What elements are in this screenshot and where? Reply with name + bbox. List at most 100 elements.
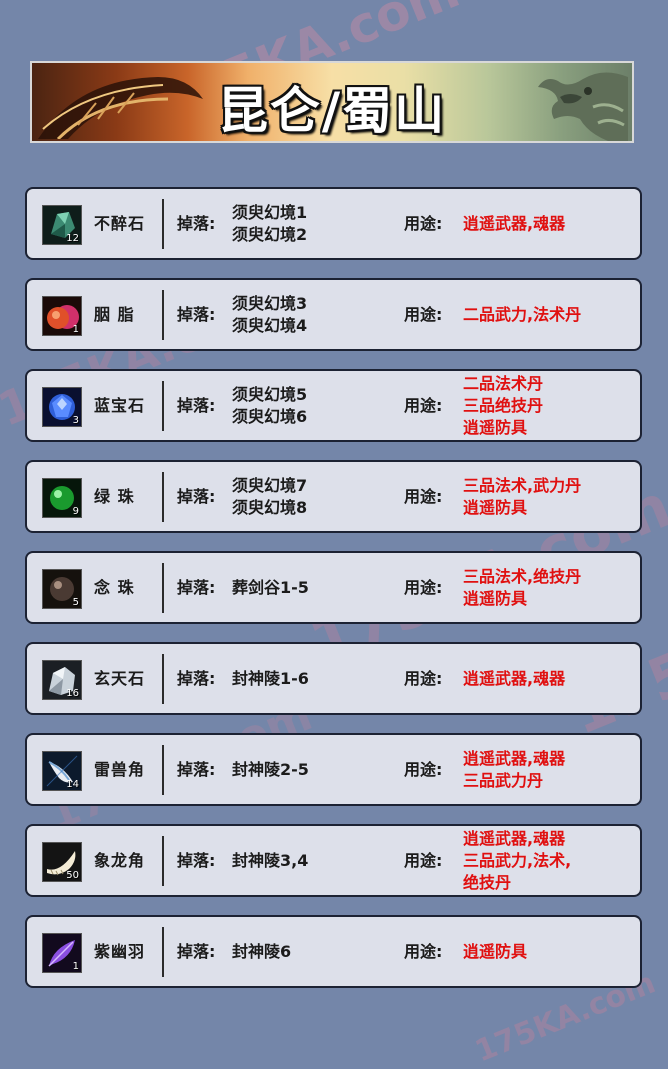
use-label: 用途:	[404, 942, 443, 961]
use-label: 用途:	[404, 578, 443, 597]
item-quantity: 1	[72, 961, 79, 972]
drop-label: 掉落:	[177, 305, 216, 324]
divider	[162, 472, 164, 522]
use-entry: 三品法术,绝技丹	[463, 566, 582, 586]
use-list: 三品法术,武力丹 逍遥防具	[463, 462, 581, 531]
use-entry: 逍遥武器,魂器	[463, 668, 566, 688]
use-entry: 逍遥武器,魂器	[463, 828, 566, 848]
drop-label: 掉落:	[177, 214, 216, 233]
use-list: 逍遥防具	[463, 917, 527, 986]
drop-locations: 葬剑谷1-5	[232, 553, 309, 622]
drop-location: 须臾幻境4	[232, 315, 308, 335]
divider	[162, 199, 164, 249]
use-list: 三品法术,绝技丹 逍遥防具	[463, 553, 581, 622]
use-entry: 三品武力丹	[463, 770, 544, 790]
use-list: 逍遥武器,魂器 三品武力,法术, 绝技丹	[463, 826, 571, 895]
drop-location: 须臾幻境3	[232, 293, 308, 313]
item-name: 不醉石	[94, 214, 146, 233]
divider	[162, 290, 164, 340]
drop-locations: 须臾幻境5 须臾幻境6	[232, 371, 307, 440]
item-quantity: 5	[72, 597, 79, 608]
drop-location: 须臾幻境5	[232, 384, 308, 404]
item-name: 念 珠	[94, 578, 135, 597]
use-list: 逍遥武器,魂器 三品武力丹	[463, 735, 565, 804]
drop-location: 须臾幻境8	[232, 497, 308, 517]
divider	[162, 836, 164, 886]
drop-location: 须臾幻境2	[232, 224, 308, 244]
drop-locations: 封神陵1-6	[232, 644, 309, 713]
use-entry: 逍遥防具	[463, 497, 528, 517]
drop-locations: 须臾幻境7 须臾幻境8	[232, 462, 307, 531]
list-item: 14 雷兽角 掉落: 封神陵2-5 用途: 逍遥武器,魂器 三品武力丹	[25, 733, 642, 806]
list-item: 5 念 珠 掉落: 葬剑谷1-5 用途: 三品法术,绝技丹 逍遥防具	[25, 551, 642, 624]
use-entry: 逍遥武器,魂器	[463, 748, 566, 768]
drop-location: 封神陵3,4	[232, 850, 309, 870]
drop-locations: 封神陵3,4	[232, 826, 308, 895]
item-quantity: 3	[72, 415, 79, 426]
use-entry: 二品武力,法术丹	[463, 304, 582, 324]
use-label: 用途:	[404, 487, 443, 506]
use-label: 用途:	[404, 396, 443, 415]
use-label: 用途:	[404, 669, 443, 688]
list-item: 1 胭 脂 掉落: 须臾幻境3 须臾幻境4 用途: 二品武力,法术丹	[25, 278, 642, 351]
drop-location: 封神陵1-6	[232, 668, 309, 688]
green-pearl-icon: 9	[42, 478, 82, 518]
item-name: 象龙角	[94, 851, 146, 870]
list-item: 50 象龙角 掉落: 封神陵3,4 用途: 逍遥武器,魂器 三品武力,法术, 绝…	[25, 824, 642, 897]
list-item: 9 绿 珠 掉落: 须臾幻境7 须臾幻境8 用途: 三品法术,武力丹 逍遥防具	[25, 460, 642, 533]
divider	[162, 381, 164, 431]
use-entry: 逍遥武器,魂器	[463, 213, 566, 233]
green-ore-icon: 12	[42, 205, 82, 245]
white-stone-icon: 16	[42, 660, 82, 700]
use-entry: 三品武力,法术,	[463, 850, 572, 870]
item-name: 玄天石	[94, 669, 146, 688]
use-entry: 逍遥防具	[463, 941, 528, 961]
item-name: 蓝宝石	[94, 396, 146, 415]
use-list: 逍遥武器,魂器	[463, 644, 565, 713]
drop-location: 须臾幻境6	[232, 406, 308, 426]
drop-label: 掉落:	[177, 396, 216, 415]
drop-location: 葬剑谷1-5	[232, 577, 309, 597]
drop-label: 掉落:	[177, 487, 216, 506]
use-label: 用途:	[404, 851, 443, 870]
item-quantity: 14	[66, 779, 79, 790]
use-label: 用途:	[404, 760, 443, 779]
use-entry: 二品法术丹	[463, 373, 544, 393]
drop-label: 掉落:	[177, 760, 216, 779]
list-item: 16 玄天石 掉落: 封神陵1-6 用途: 逍遥武器,魂器	[25, 642, 642, 715]
header-banner: 昆仑/蜀山	[30, 61, 634, 143]
drop-label: 掉落:	[177, 942, 216, 961]
beast-horn-icon: 14	[42, 751, 82, 791]
use-entry: 三品法术,武力丹	[463, 475, 582, 495]
drop-location: 封神陵6	[232, 941, 292, 961]
item-name: 雷兽角	[94, 760, 146, 779]
drop-locations: 须臾幻境3 须臾幻境4	[232, 280, 307, 349]
use-list: 逍遥武器,魂器	[463, 189, 565, 258]
divider	[162, 745, 164, 795]
purple-feather-icon: 1	[42, 933, 82, 973]
item-name: 胭 脂	[94, 305, 135, 324]
drop-label: 掉落:	[177, 851, 216, 870]
drop-location: 须臾幻境7	[232, 475, 308, 495]
divider	[162, 927, 164, 977]
list-item: 1 紫幽羽 掉落: 封神陵6 用途: 逍遥防具	[25, 915, 642, 988]
use-entry: 逍遥防具	[463, 588, 528, 608]
item-quantity: 12	[66, 233, 79, 244]
item-name: 紫幽羽	[94, 942, 146, 961]
item-quantity: 50	[66, 870, 79, 881]
item-quantity: 9	[72, 506, 79, 517]
list-item: 3 蓝宝石 掉落: 须臾幻境5 须臾幻境6 用途: 二品法术丹 三品绝技丹 逍遥…	[25, 369, 642, 442]
drop-location: 封神陵2-5	[232, 759, 309, 779]
ivory-horn-icon: 50	[42, 842, 82, 882]
drop-location: 须臾幻境1	[232, 202, 308, 222]
sapphire-icon: 3	[42, 387, 82, 427]
prayer-bead-icon: 5	[42, 569, 82, 609]
use-label: 用途:	[404, 214, 443, 233]
item-name: 绿 珠	[94, 487, 135, 506]
divider	[162, 563, 164, 613]
use-entry: 绝技丹	[463, 872, 512, 892]
divider	[162, 654, 164, 704]
page-title: 昆仑/蜀山	[217, 82, 447, 140]
item-quantity: 16	[66, 688, 79, 699]
use-entry: 三品绝技丹	[463, 395, 544, 415]
